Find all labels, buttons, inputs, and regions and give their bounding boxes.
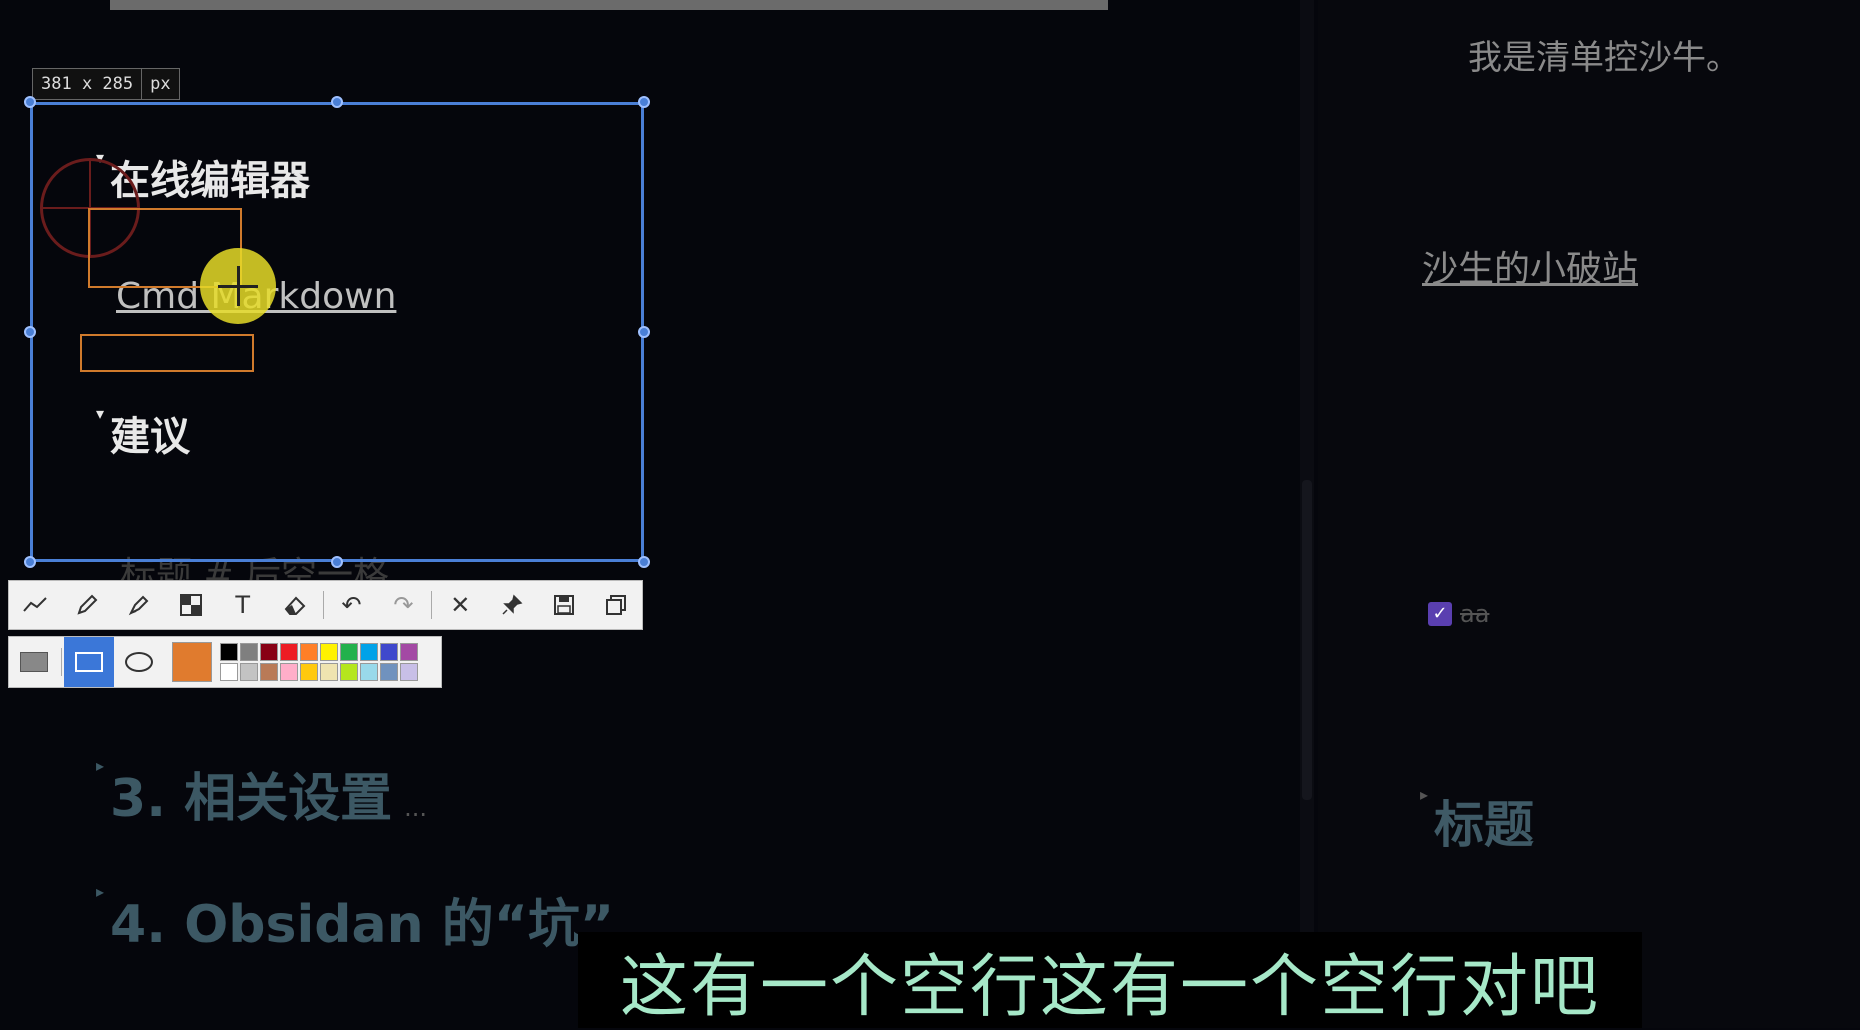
collapse-triangle-icon[interactable]: ▸ — [1420, 785, 1428, 804]
video-subtitle: 这有一个空行这有一个空行对吧 — [578, 932, 1642, 1028]
color-swatch[interactable] — [320, 643, 338, 661]
intro-text: 我是清单控沙牛。 — [1468, 38, 1740, 78]
toolbar-divider — [431, 591, 433, 619]
toolbar-divider — [322, 591, 324, 619]
color-swatch[interactable] — [280, 643, 298, 661]
redo-icon[interactable]: ↷ — [377, 581, 429, 629]
collapse-triangle-icon[interactable]: ▸ — [96, 756, 104, 775]
ellipse-icon[interactable] — [114, 637, 164, 687]
task-text: aa — [1460, 600, 1490, 628]
annotation-toolbar: T ↶ ↷ ✕ — [8, 580, 643, 630]
color-swatch[interactable] — [300, 643, 318, 661]
section-heading-3[interactable]: ▸3. 相关设置... — [96, 756, 427, 831]
resize-handle[interactable] — [331, 96, 343, 108]
current-color-swatch[interactable] — [172, 642, 212, 682]
color-swatch[interactable] — [240, 663, 258, 681]
color-swatch[interactable] — [400, 643, 418, 661]
color-swatch[interactable] — [260, 643, 278, 661]
scrollbar-thumb[interactable] — [1302, 480, 1312, 800]
resize-handle[interactable] — [24, 556, 36, 568]
shape-color-toolbar — [8, 636, 442, 688]
color-swatch[interactable] — [380, 643, 398, 661]
eraser-icon[interactable] — [269, 581, 321, 629]
resize-handle[interactable] — [638, 556, 650, 568]
resize-handle[interactable] — [331, 556, 343, 568]
toolbar-divider — [61, 648, 62, 676]
color-swatch[interactable] — [280, 663, 298, 681]
color-swatch[interactable] — [260, 663, 278, 681]
color-swatch[interactable] — [240, 643, 258, 661]
save-icon[interactable] — [538, 581, 590, 629]
color-swatch[interactable] — [360, 663, 378, 681]
screenshot-selection-box[interactable] — [30, 102, 644, 562]
color-swatch[interactable] — [360, 643, 378, 661]
filled-rect-icon[interactable] — [9, 637, 59, 687]
color-swatch[interactable] — [320, 663, 338, 681]
resize-handle[interactable] — [24, 96, 36, 108]
mosaic-icon[interactable] — [165, 581, 217, 629]
preview-pane — [1318, 0, 1860, 1028]
color-swatch[interactable] — [340, 643, 358, 661]
color-palette — [220, 643, 418, 681]
pencil-icon[interactable] — [61, 581, 113, 629]
color-swatch[interactable] — [380, 663, 398, 681]
pin-icon[interactable] — [486, 581, 538, 629]
color-swatch[interactable] — [300, 663, 318, 681]
site-link-row: 沙生的小破站 — [1422, 240, 1638, 292]
rectangle-icon[interactable] — [64, 637, 114, 687]
preview-heading: ▸标题 — [1420, 785, 1535, 854]
collapse-triangle-icon[interactable]: ▸ — [96, 882, 104, 901]
color-swatch[interactable] — [220, 663, 238, 681]
line-icon[interactable] — [9, 581, 61, 629]
selection-size-label: 381 x 285 px — [32, 68, 180, 100]
color-swatch[interactable] — [400, 663, 418, 681]
color-swatch[interactable] — [220, 643, 238, 661]
resize-handle[interactable] — [638, 326, 650, 338]
site-link[interactable]: 沙生的小破站 — [1422, 249, 1638, 290]
color-swatch[interactable] — [340, 663, 358, 681]
resize-handle[interactable] — [638, 96, 650, 108]
task-checkbox[interactable]: ✓ — [1428, 602, 1452, 626]
text-icon[interactable]: T — [217, 581, 269, 629]
resize-handle[interactable] — [24, 326, 36, 338]
copy-icon[interactable] — [590, 581, 642, 629]
top-scrollbar[interactable] — [110, 0, 1108, 10]
close-icon[interactable]: ✕ — [434, 581, 486, 629]
marker-icon[interactable] — [113, 581, 165, 629]
section-heading-4[interactable]: ▸4. Obsidan 的“坑”... — [96, 882, 649, 957]
undo-icon[interactable]: ↶ — [326, 581, 378, 629]
